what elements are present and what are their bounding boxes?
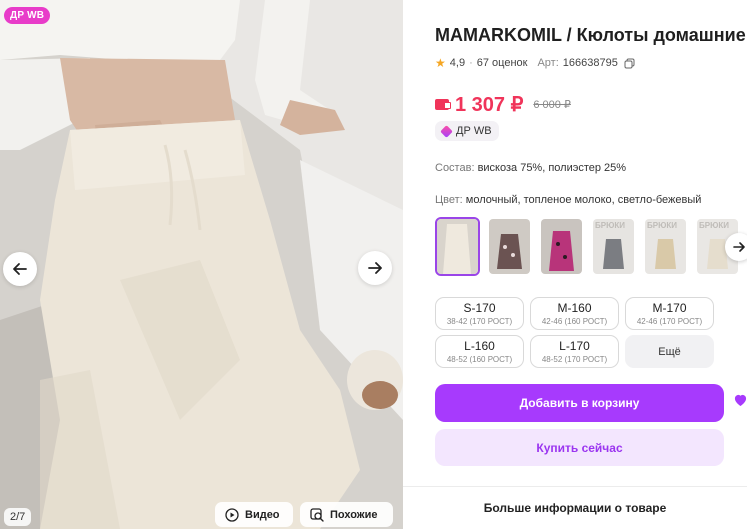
- promo-badge: ДР WB: [4, 7, 51, 24]
- color-variant-5[interactable]: БРЮКИ: [643, 217, 688, 276]
- buy-now-button[interactable]: Купить сейчас: [435, 429, 724, 466]
- video-button[interactable]: Видео: [215, 502, 293, 527]
- play-icon: [225, 507, 239, 522]
- article-label: Арт:: [537, 57, 559, 69]
- color-variants: БРЮКИ БРЮКИ БРЮКИ: [435, 217, 740, 276]
- size-option[interactable]: L-160 48-52 (160 РОСТ): [435, 335, 524, 368]
- current-price: 1 307 ₽: [455, 94, 524, 116]
- video-button-label: Видео: [245, 508, 280, 521]
- old-price: 6 000 ₽: [533, 99, 571, 111]
- product-photo: [0, 0, 403, 529]
- add-to-cart-button[interactable]: Добавить в корзину: [435, 384, 724, 422]
- size-label: L-170: [559, 339, 590, 353]
- previous-image-button[interactable]: [3, 252, 37, 286]
- variants-next-button[interactable]: [725, 233, 747, 261]
- color-variant-1[interactable]: [435, 217, 480, 276]
- similar-search-icon: [310, 507, 324, 522]
- variant-caption: БРЮКИ: [647, 221, 677, 230]
- product-image-gallery[interactable]: ДР WB 2/7 Видео Похожие: [0, 0, 403, 529]
- size-sublabel: 42-46 (160 РОСТ): [541, 317, 608, 326]
- variant-image: [541, 219, 582, 274]
- composition-label: Состав:: [435, 162, 475, 174]
- promo-chip[interactable]: ДР WB: [435, 121, 499, 141]
- variant-caption: БРЮКИ: [699, 221, 729, 230]
- rating-value: 4,9: [449, 57, 466, 69]
- wallet-icon: [435, 99, 451, 110]
- size-option[interactable]: M-170 42-46 (170 РОСТ): [625, 297, 714, 330]
- image-counter: 2/7: [4, 508, 32, 526]
- arrow-left-icon: [13, 263, 27, 275]
- size-sublabel: 42-46 (170 РОСТ): [636, 317, 703, 326]
- size-label: M-170: [652, 301, 687, 315]
- reviews-link[interactable]: 67 оценок: [477, 57, 528, 69]
- size-label: L-160: [464, 339, 495, 353]
- product-info-panel: MAMARKOMIL / Кюлоты домашние ★ 4,9 · 67 …: [403, 0, 747, 529]
- article-number: 166638795: [562, 57, 618, 69]
- more-sizes-label: Ещё: [658, 345, 681, 358]
- variant-image: [437, 219, 478, 274]
- arrow-right-icon: [733, 242, 745, 252]
- variant-image: [489, 219, 530, 274]
- composition: Состав: вискоза 75%, полиэстер 25%: [435, 162, 626, 174]
- star-icon: ★: [435, 56, 446, 70]
- diamond-icon: [440, 124, 453, 138]
- variant-caption: БРЮКИ: [595, 221, 625, 230]
- separator-dot: ·: [469, 57, 473, 69]
- color-info: Цвет: молочный, топленое молоко, светло-…: [435, 194, 701, 206]
- variant-image: БРЮКИ: [593, 219, 634, 274]
- composition-value: вискоза 75%, полиэстер 25%: [477, 162, 627, 174]
- color-variant-4[interactable]: БРЮКИ: [591, 217, 636, 276]
- rating-row: ★ 4,9 · 67 оценок Арт: 166638795: [435, 56, 635, 70]
- size-sublabel: 48-52 (160 РОСТ): [446, 355, 513, 364]
- size-label: S-170: [463, 301, 496, 315]
- more-sizes-button[interactable]: Ещё: [625, 335, 714, 368]
- variant-image: БРЮКИ: [645, 219, 686, 274]
- color-value: молочный, топленое молоко, светло-бежевы…: [465, 194, 702, 206]
- size-sublabel: 48-52 (170 РОСТ): [541, 355, 608, 364]
- product-title: MAMARKOMIL / Кюлоты домашние: [435, 25, 746, 45]
- price-row: 1 307 ₽ 6 000 ₽: [435, 92, 571, 117]
- size-sublabel: 38-42 (170 РОСТ): [446, 317, 513, 326]
- size-option[interactable]: L-170 48-52 (170 РОСТ): [530, 335, 619, 368]
- promo-chip-label: ДР WB: [456, 125, 492, 137]
- color-variant-3[interactable]: [539, 217, 584, 276]
- similar-button[interactable]: Похожие: [300, 502, 393, 527]
- size-selector: S-170 38-42 (170 РОСТ) M-160 42-46 (160 …: [435, 297, 720, 368]
- color-variant-2[interactable]: [487, 217, 532, 276]
- size-option[interactable]: S-170 38-42 (170 РОСТ): [435, 297, 524, 330]
- copy-icon[interactable]: [624, 58, 635, 69]
- more-info-button[interactable]: Больше информации о товаре: [403, 486, 747, 529]
- size-label: M-160: [557, 301, 592, 315]
- arrow-right-icon: [368, 262, 382, 274]
- heart-icon[interactable]: [734, 394, 747, 407]
- color-label: Цвет:: [435, 194, 463, 206]
- size-option[interactable]: M-160 42-46 (160 РОСТ): [530, 297, 619, 330]
- similar-button-label: Похожие: [330, 508, 378, 521]
- next-image-button[interactable]: [358, 251, 392, 285]
